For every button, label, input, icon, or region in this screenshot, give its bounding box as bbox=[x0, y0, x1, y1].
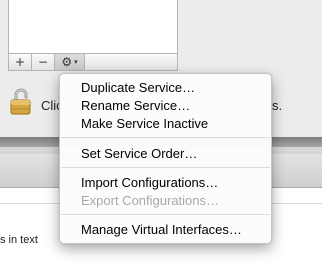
menu-item-set-service-order[interactable]: Set Service Order… bbox=[60, 145, 271, 163]
service-list-toolbar: + − ⚙ ▾ bbox=[8, 53, 178, 71]
content-text: s in text bbox=[0, 234, 38, 246]
minus-icon: − bbox=[37, 55, 49, 69]
lock-icon[interactable] bbox=[8, 86, 34, 116]
menu-item-make-service-inactive[interactable]: Make Service Inactive bbox=[60, 115, 271, 133]
lock-message-text-end: s. bbox=[272, 98, 283, 113]
gear-icon: ⚙ bbox=[61, 55, 73, 69]
chevron-down-icon: ▾ bbox=[74, 58, 78, 66]
service-list[interactable] bbox=[8, 0, 178, 54]
menu-item-export-configurations: Export Configurations… bbox=[81, 193, 220, 208]
remove-service-button[interactable]: − bbox=[32, 54, 55, 70]
menu-item-manage-virtual-interfaces[interactable]: Manage Virtual Interfaces… bbox=[60, 221, 271, 239]
action-menu-button[interactable]: ⚙ ▾ bbox=[55, 54, 85, 70]
plus-icon: + bbox=[14, 55, 26, 69]
menu-item-duplicate-service[interactable]: Duplicate Service… bbox=[60, 79, 271, 97]
menu-separator bbox=[61, 137, 270, 138]
menu-separator bbox=[61, 214, 270, 215]
action-popup-menu: Duplicate Service… Rename Service… Make … bbox=[59, 73, 272, 244]
menu-separator bbox=[61, 167, 270, 168]
menu-item-import-configurations[interactable]: Import Configurations… bbox=[60, 174, 271, 192]
add-service-button[interactable]: + bbox=[9, 54, 32, 70]
menu-item-rename-service[interactable]: Rename Service… bbox=[60, 97, 271, 115]
